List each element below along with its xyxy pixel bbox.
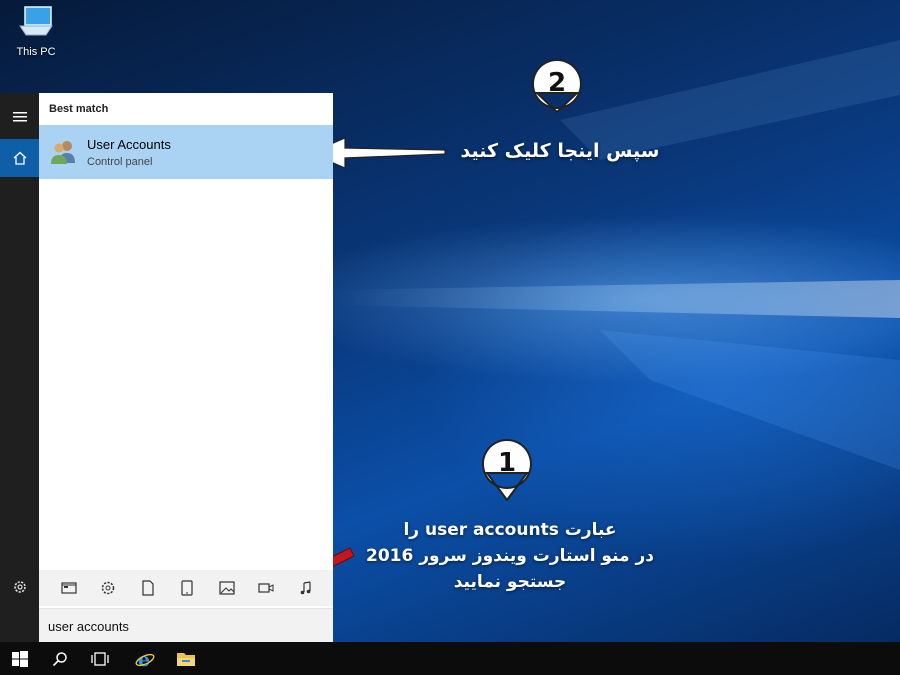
settings-icon[interactable]	[99, 579, 117, 597]
step1-line1: عبارت user accounts را	[403, 520, 617, 540]
desktop-icon-label: This PC	[16, 46, 56, 58]
desktop-icon-this-pc[interactable]: This PC	[6, 4, 66, 58]
start-menu-search-panel: Best match User Accounts Control panel	[39, 93, 333, 643]
windows-start-icon	[12, 650, 28, 667]
hamburger-icon	[12, 112, 27, 122]
search-input[interactable]	[48, 616, 318, 636]
hamburger-menu-button[interactable]	[0, 98, 39, 136]
task-view-button[interactable]	[80, 642, 120, 675]
step1-text: عبارت user accounts را در منو استارت وین…	[340, 517, 680, 595]
home-icon	[13, 151, 26, 165]
documents-icon[interactable]	[139, 579, 157, 597]
badge-2-number: 2	[547, 68, 567, 98]
start-button[interactable]	[0, 642, 40, 675]
gear-icon	[13, 581, 26, 593]
step2-text: سپس اینجا کلیک کنید	[460, 140, 660, 162]
step1-line3: جستجو نمایید	[453, 572, 567, 592]
search-filter-bar	[39, 570, 333, 606]
photos-icon[interactable]	[218, 579, 236, 597]
taskbar-search-button[interactable]	[40, 642, 80, 675]
taskbar: e	[0, 642, 900, 675]
music-icon[interactable]	[297, 579, 315, 597]
apps-icon[interactable]	[60, 579, 78, 597]
step1-line2: در منو استارت ویندوز سرور 2016	[365, 546, 654, 566]
file-explorer-button[interactable]	[166, 642, 206, 675]
tablet-icon[interactable]	[178, 579, 196, 597]
best-match-header: Best match	[49, 103, 109, 115]
videos-icon[interactable]	[257, 579, 275, 597]
task-view-icon	[91, 651, 109, 666]
monitor-icon	[19, 6, 53, 36]
settings-button[interactable]	[0, 568, 39, 606]
internet-explorer-button[interactable]: e	[125, 642, 165, 675]
internet-explorer-icon: e	[135, 649, 155, 669]
search-icon	[52, 651, 67, 666]
result-subtitle: Control panel	[87, 156, 153, 168]
result-title: User Accounts	[87, 137, 171, 152]
file-explorer-icon	[177, 652, 195, 666]
start-search-box[interactable]	[39, 608, 333, 643]
badge-1-number: 1	[497, 448, 517, 478]
home-button[interactable]	[0, 139, 39, 177]
result-user-accounts[interactable]: User Accounts Control panel	[39, 125, 333, 179]
start-menu-rail	[0, 93, 39, 642]
user-accounts-icon	[51, 141, 75, 164]
